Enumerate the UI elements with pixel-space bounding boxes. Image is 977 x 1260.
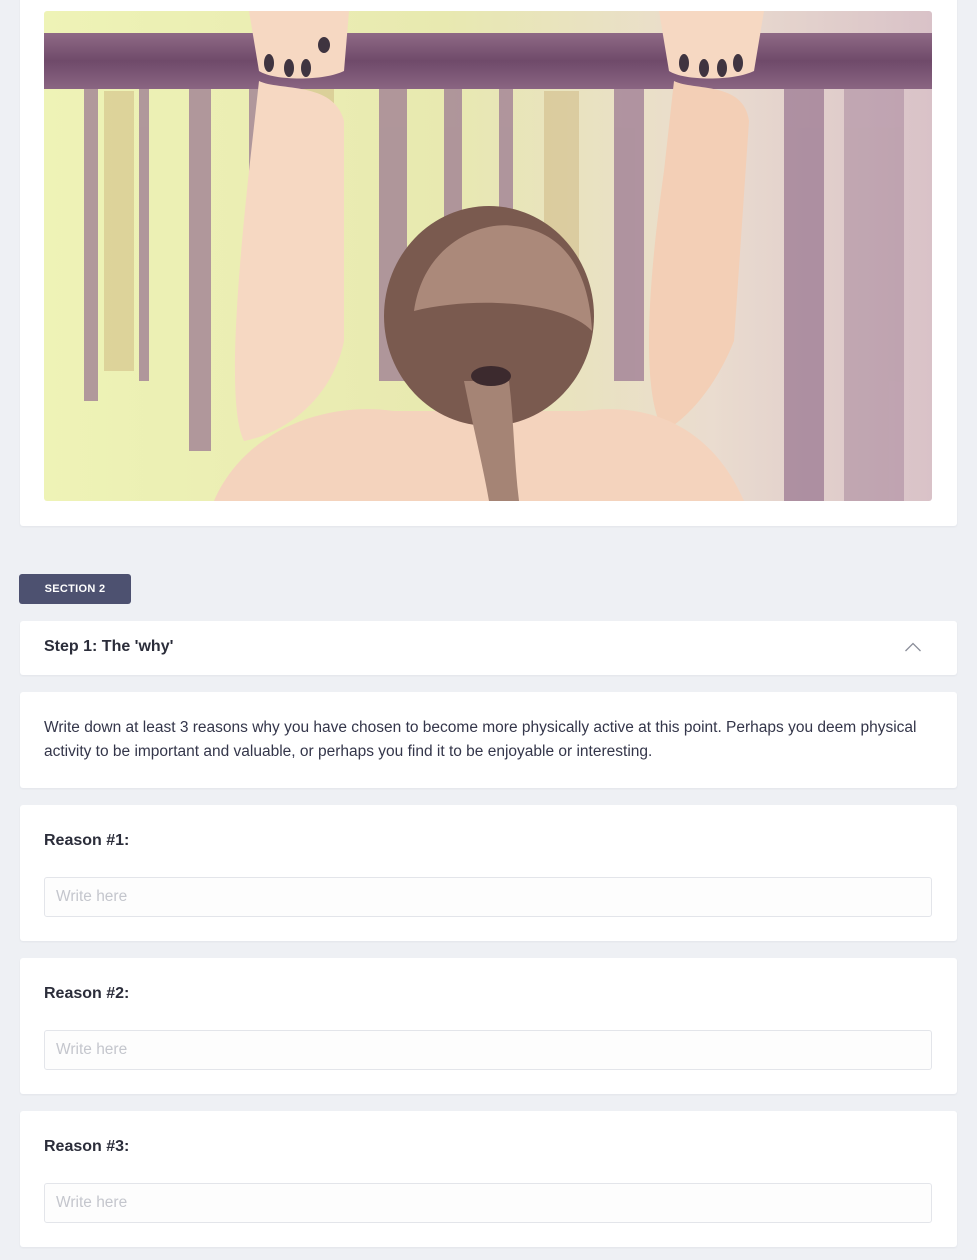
step-header[interactable]: Step 1: The 'why' bbox=[20, 621, 957, 675]
reason-1-input[interactable] bbox=[44, 877, 932, 917]
reason-2-input[interactable] bbox=[44, 1030, 932, 1070]
reason-label: Reason #3: bbox=[44, 1138, 130, 1155]
reason-card: Reason #3: bbox=[20, 1111, 957, 1247]
step-title: Step 1: The 'why' bbox=[44, 638, 174, 655]
hero-card bbox=[20, 0, 957, 526]
reason-card: Reason #1: bbox=[20, 805, 957, 941]
instructions-card: Write down at least 3 reasons why you ha… bbox=[20, 692, 957, 788]
reason-label: Reason #1: bbox=[44, 832, 130, 849]
section-badge: SECTION 2 bbox=[19, 574, 131, 604]
chevron-up-icon[interactable] bbox=[904, 640, 922, 654]
reason-card: Reason #2: bbox=[20, 958, 957, 1094]
hero-image bbox=[44, 11, 932, 501]
reason-3-input[interactable] bbox=[44, 1183, 932, 1223]
instructions-text: Write down at least 3 reasons why you ha… bbox=[44, 719, 917, 760]
reason-label: Reason #2: bbox=[44, 985, 130, 1002]
